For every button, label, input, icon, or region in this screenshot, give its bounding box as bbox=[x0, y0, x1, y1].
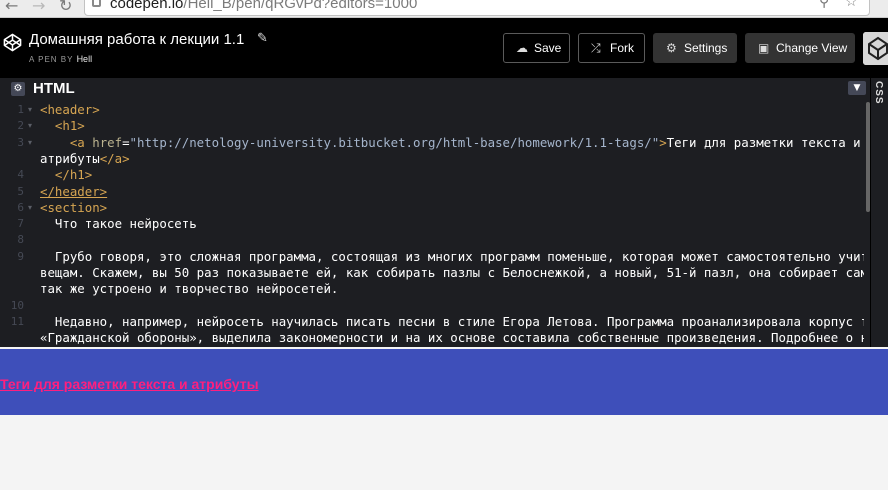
bookmark-star-icon[interactable]: ☆ bbox=[845, 0, 858, 9]
forward-arrow-icon[interactable]: → bbox=[32, 0, 45, 15]
url-text: codepen.io/Hell_B/pen/qRGvPd?editors=100… bbox=[110, 0, 418, 12]
line-number: 2 bbox=[17, 119, 24, 132]
user-avatar[interactable] bbox=[863, 32, 888, 65]
gear-icon: ⚙ bbox=[666, 41, 677, 55]
code-line: Грубо говоря, это сложная программа, сос… bbox=[40, 249, 864, 264]
fold-arrow-icon[interactable]: ▾ bbox=[28, 203, 32, 212]
author-link[interactable]: Hell bbox=[77, 54, 93, 64]
chevron-down-icon[interactable]: ▼ bbox=[848, 81, 866, 95]
code-area[interactable]: 1 ▾ <header> 2 ▾ <h1> 3 ▾ <a href="http://neto… bbox=[6, 102, 864, 347]
line-number: 8 bbox=[17, 233, 24, 246]
code-line: «Гражданской обороны», выделила закономе… bbox=[40, 330, 864, 345]
code-line: <section> bbox=[40, 200, 108, 215]
fold-arrow-icon[interactable]: ▾ bbox=[28, 105, 32, 114]
back-arrow-icon[interactable]: ← bbox=[5, 0, 18, 15]
code-line: <h1> bbox=[54, 118, 85, 133]
line-number: 5 bbox=[17, 185, 24, 198]
avatar-pattern-icon bbox=[863, 32, 888, 65]
code-line: так же устроено и творчество нейросетей. bbox=[40, 281, 339, 296]
editor-name: HTML bbox=[33, 80, 75, 97]
pen-by-label: A PEN BY bbox=[29, 55, 74, 64]
lock-icon bbox=[92, 0, 101, 7]
browser-toolbar: ← → ↻ codepen.io/Hell_B/pen/qRGvPd?edito… bbox=[0, 0, 888, 18]
line-number: 11 bbox=[10, 315, 24, 328]
html-editor-panel: ⚙ HTML ▼ CSS 1 ▾ <header> 2 ▾ <h1> 3 ▾ <a href… bbox=[0, 72, 888, 347]
change-view-label: Change View bbox=[776, 41, 848, 55]
css-editor-collapsed-tab[interactable]: CSS bbox=[870, 78, 888, 347]
change-view-button[interactable]: ▣ Change View bbox=[745, 33, 855, 63]
fork-label: Fork bbox=[610, 41, 634, 55]
preview-body bbox=[0, 415, 888, 490]
settings-label: Settings bbox=[684, 41, 728, 55]
save-button[interactable]: ☁ Save bbox=[503, 33, 570, 63]
fold-arrow-icon[interactable]: ▾ bbox=[28, 121, 32, 130]
fork-icon: ⤮ bbox=[591, 41, 601, 55]
pen-byline: A PEN BY Hell bbox=[29, 54, 92, 64]
line-number: 4 bbox=[17, 168, 24, 181]
edit-pencil-icon[interactable]: ✎ bbox=[257, 31, 268, 46]
line-number: 3 bbox=[17, 136, 24, 149]
code-line: Недавно, например, нейросеть научилась п… bbox=[40, 314, 864, 329]
settings-button[interactable]: ⚙ Settings bbox=[653, 33, 737, 63]
codepen-logo-icon[interactable] bbox=[3, 33, 22, 52]
editor-scrollbar[interactable] bbox=[866, 102, 870, 212]
code-line: </h1> bbox=[54, 167, 93, 182]
address-bar[interactable]: codepen.io/Hell_B/pen/qRGvPd?editors=100… bbox=[84, 0, 870, 16]
fork-button[interactable]: ⤮ Fork bbox=[578, 33, 645, 63]
screen: ← → ↻ codepen.io/Hell_B/pen/qRGvPd?edito… bbox=[0, 0, 888, 490]
preview-heading-link[interactable]: Теги для разметки текста и атрибуты bbox=[0, 376, 259, 392]
code-line: </header> bbox=[40, 184, 108, 199]
line-number: 6 bbox=[17, 201, 24, 214]
cloud-icon: ☁ bbox=[516, 41, 528, 55]
css-tab-label: CSS bbox=[873, 81, 884, 105]
preview-header: Теги для разметки текста и атрибуты bbox=[0, 349, 888, 415]
layout-icon: ▣ bbox=[758, 41, 770, 55]
codepen-header: Домашняя работа к лекции 1.1 ✎ A PEN BY … bbox=[0, 18, 888, 72]
save-label: Save bbox=[534, 41, 562, 55]
editor-settings-icon[interactable]: ⚙ bbox=[11, 82, 25, 96]
code-line: <a href="http://netology-university.bitb… bbox=[69, 135, 861, 150]
fold-arrow-icon[interactable]: ▾ bbox=[28, 138, 32, 147]
line-number: 7 bbox=[17, 217, 24, 230]
reload-icon[interactable]: ↻ bbox=[59, 0, 72, 15]
line-number: 9 bbox=[17, 250, 24, 263]
code-line: вещам. Скажем, вы 50 раз показываете ей,… bbox=[40, 265, 864, 280]
editor-title-bar: ⚙ HTML ▼ bbox=[6, 78, 870, 100]
line-number: 1 bbox=[17, 103, 24, 116]
code-line: <header> bbox=[40, 102, 100, 117]
pen-title[interactable]: Домашняя работа к лекции 1.1 bbox=[29, 31, 244, 48]
zoom-icon[interactable]: ⚲ bbox=[819, 0, 829, 9]
code-line: Что такое нейросеть bbox=[40, 216, 197, 231]
line-number: 10 bbox=[10, 299, 24, 312]
code-line: атрибуты</a> bbox=[40, 151, 130, 166]
